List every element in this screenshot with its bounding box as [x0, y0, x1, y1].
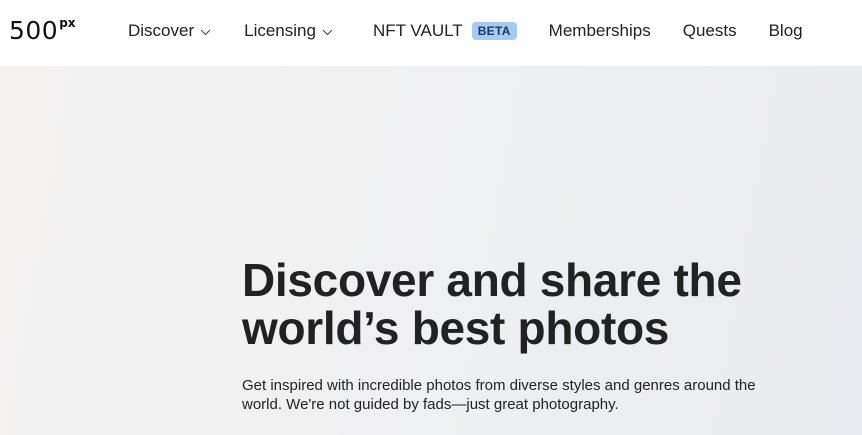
hero-subtitle-line: world. We're not guided by fads—just gre… [242, 396, 619, 413]
nav-item-label: Blog [768, 21, 803, 40]
nav-item-label: NFT VAULT [372, 21, 463, 40]
main-nav: Discover Licensing NFT VAULT BETA Member… [128, 0, 803, 62]
nav-item-discover[interactable]: Discover [128, 21, 211, 41]
beta-badge: BETA [471, 22, 517, 40]
nav-item-label: Quests [682, 21, 737, 40]
top-navigation-bar: 500 px Discover Licensing NFT VAULT BETA… [0, 0, 862, 66]
chevron-down-icon [322, 29, 333, 36]
hero-title: Discover and share the world’s best phot… [242, 256, 842, 352]
chevron-down-icon [200, 29, 211, 36]
nav-item-label: Licensing [244, 21, 316, 40]
nav-item-label: Memberships [548, 21, 651, 40]
hero-title-line: Discover and share the [242, 254, 742, 306]
logo-superscript: px [59, 16, 76, 30]
nav-item-memberships[interactable]: Memberships [549, 21, 651, 41]
hero-subtitle: Get inspired with incredible photos from… [242, 376, 822, 414]
nav-item-licensing[interactable]: Licensing [244, 21, 333, 41]
hero-subtitle-line: Get inspired with incredible photos from… [242, 377, 756, 394]
logo-text: 500 [9, 16, 59, 45]
nav-item-label: Discover [128, 21, 195, 40]
site-logo[interactable]: 500 px [9, 16, 76, 45]
nav-item-blog[interactable]: Blog [769, 21, 803, 41]
nav-item-quests[interactable]: Quests [683, 21, 737, 41]
nav-item-nft-vault[interactable]: NFT VAULT BETA [373, 21, 517, 41]
hero-title-line: world’s best photos [242, 302, 670, 354]
